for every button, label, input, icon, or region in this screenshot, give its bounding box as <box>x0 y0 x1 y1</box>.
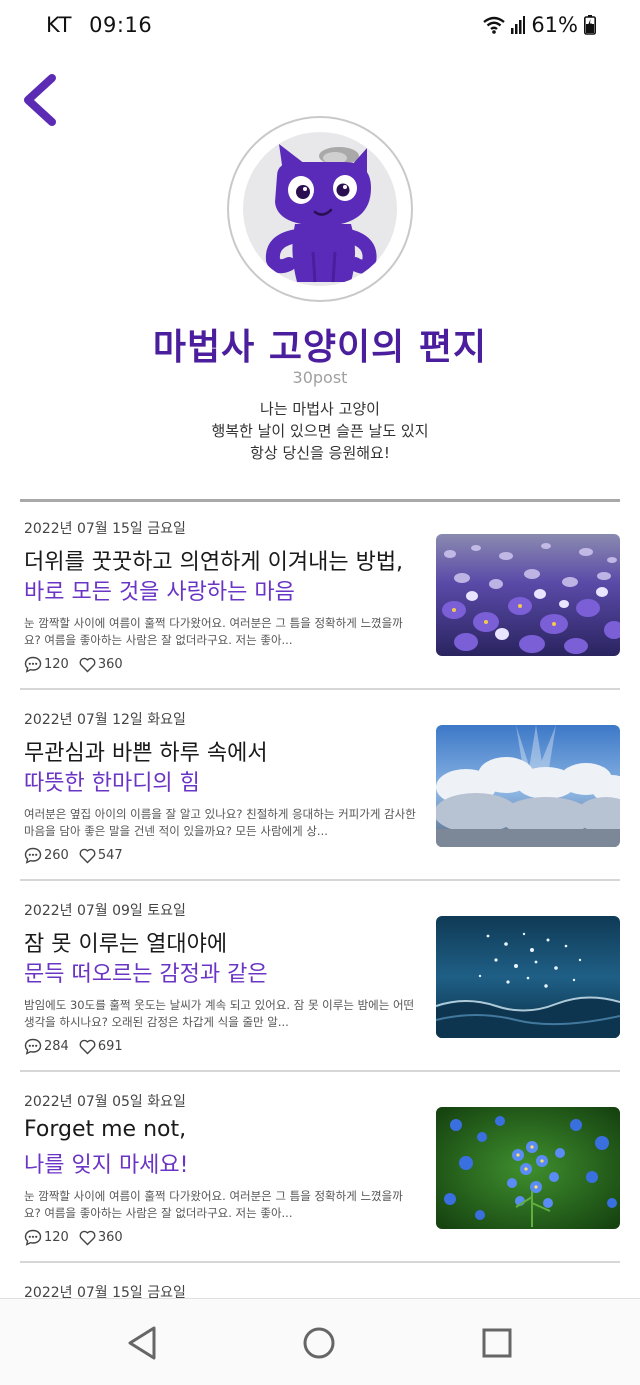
heart-icon <box>79 848 96 863</box>
comment-count: 120 <box>44 657 69 672</box>
chevron-left-icon <box>24 74 56 126</box>
like-count: 691 <box>97 1039 123 1054</box>
like-count: 360 <box>97 657 123 672</box>
wifi-icon <box>483 16 506 34</box>
profile-avatar <box>227 116 413 302</box>
avatar-background <box>243 132 397 286</box>
like-stat[interactable]: 360 <box>79 1230 123 1246</box>
post-thumbnail <box>436 725 620 847</box>
clouds-sky-image <box>436 725 620 847</box>
comment-stat[interactable]: 120 <box>24 1229 69 1246</box>
post-title: 무관심과 바쁜 하루 속에서 <box>24 741 268 766</box>
post-thumbnail <box>436 916 620 1038</box>
post-title: 더위를 꿋꿋하고 의연하게 이겨내는 방법, <box>24 550 404 575</box>
forget-me-not-image <box>436 1107 620 1229</box>
like-stat[interactable]: 547 <box>79 848 123 864</box>
profile-bio: 나는 마법사 고양이 행복한 날이 있으면 슬픈 날도 있지 항상 당신을 응원… <box>0 398 640 464</box>
post-excerpt: 밤임에도 30도를 훌쩍 웃도는 날씨가 계속 되고 있어요. 잠 못 이루는 … <box>24 998 415 1029</box>
clock: 09:16 <box>89 13 153 37</box>
post-card[interactable]: 2022년 07월 05일 화요일 Forget me not, 나를 잊지 마… <box>20 1073 620 1263</box>
post-title: Forget me not, <box>24 1117 187 1142</box>
status-left: KT 09:16 <box>46 13 152 37</box>
wizard-cat-icon <box>265 144 377 283</box>
post-subtitle: 나를 잊지 마세요! <box>24 1153 189 1178</box>
heart-icon <box>79 657 96 672</box>
heart-icon <box>79 1230 96 1245</box>
comment-count: 120 <box>44 1230 69 1245</box>
comment-icon <box>24 1229 42 1246</box>
post-stats: 120 360 <box>24 656 133 673</box>
post-excerpt: 눈 깜짝할 사이에 여름이 훌쩍 다가왔어요. 여러분은 그 틈을 정확하게 느… <box>24 616 403 647</box>
system-nav-bar <box>0 1298 640 1385</box>
post-title: 잠 못 이루는 열대야에 <box>24 932 228 957</box>
post-divider <box>20 1261 620 1263</box>
post-divider <box>20 688 620 690</box>
nav-home-button[interactable] <box>299 1323 339 1363</box>
triangle-back-icon <box>128 1326 156 1360</box>
square-recents-icon <box>482 1328 512 1358</box>
post-date: 2022년 07월 15일 금요일 <box>24 521 186 537</box>
comment-stat[interactable]: 284 <box>24 1038 69 1055</box>
post-count: 30post <box>292 368 348 387</box>
like-count: 547 <box>97 848 123 863</box>
circle-home-icon <box>303 1327 335 1359</box>
comment-count: 260 <box>44 848 69 863</box>
post-divider <box>20 1070 620 1072</box>
like-stat[interactable]: 360 <box>79 657 123 673</box>
post-subtitle: 바로 모든 것을 사랑하는 마음 <box>24 580 295 605</box>
status-bar: KT 09:16 61% <box>0 0 640 52</box>
comment-icon <box>24 847 42 864</box>
post-stats: 260 547 <box>24 847 133 864</box>
bio-line: 항상 당신을 응원해요! <box>250 444 390 462</box>
carrier-label: KT <box>46 13 72 37</box>
comment-icon <box>24 1038 42 1055</box>
post-subtitle: 따뜻한 한마디의 힘 <box>24 771 200 796</box>
battery-icon <box>584 15 596 35</box>
post-card[interactable]: 2022년 07월 15일 금요일 더위를 꿋꿋하고 의연하게 이겨내는 방법,… <box>20 500 620 690</box>
comment-icon <box>24 656 42 673</box>
back-button[interactable] <box>18 72 62 128</box>
bio-line: 행복한 날이 있으면 슬픈 날도 있지 <box>211 422 429 440</box>
nav-back-button[interactable] <box>122 1323 162 1363</box>
post-subtitle: 문득 떠오르는 감정과 같은 <box>24 962 268 987</box>
like-count: 360 <box>97 1230 123 1245</box>
comment-stat[interactable]: 120 <box>24 656 69 673</box>
post-date: 2022년 07월 12일 화요일 <box>24 712 186 728</box>
sea-sparkle-image <box>436 916 620 1038</box>
blog-title: 마법사 고양이의 편지 <box>152 327 488 368</box>
post-excerpt: 눈 깜짝할 사이에 여름이 훌쩍 다가왔어요. 여러분은 그 틈을 정확하게 느… <box>24 1189 403 1220</box>
post-divider <box>20 879 620 881</box>
comment-count: 284 <box>44 1039 69 1054</box>
like-stat[interactable]: 691 <box>79 1039 123 1055</box>
post-thumbnail <box>436 1107 620 1229</box>
comment-stat[interactable]: 260 <box>24 847 69 864</box>
status-right: 61% <box>483 13 596 37</box>
post-date: 2022년 07월 09일 토요일 <box>24 903 186 919</box>
battery-percent: 61% <box>531 13 578 37</box>
post-excerpt: 여러분은 옆집 아이의 이름을 잘 알고 있나요? 친절하게 응대하는 커피가게… <box>24 807 416 838</box>
post-card[interactable]: 2022년 07월 09일 토요일 잠 못 이루는 열대야에 문득 떠오르는 감… <box>20 882 620 1072</box>
post-date: 2022년 07월 05일 화요일 <box>24 1094 186 1110</box>
bio-line: 나는 마법사 고양이 <box>260 400 380 418</box>
crocus-field-image <box>436 534 620 656</box>
post-stats: 284 691 <box>24 1038 133 1055</box>
nav-recents-button[interactable] <box>477 1323 517 1363</box>
signal-icon <box>511 16 526 34</box>
heart-icon <box>79 1039 96 1054</box>
post-stats: 120 360 <box>24 1229 133 1246</box>
post-card[interactable]: 2022년 07월 12일 화요일 무관심과 바쁜 하루 속에서 따뜻한 한마디… <box>20 691 620 881</box>
post-thumbnail <box>436 534 620 656</box>
